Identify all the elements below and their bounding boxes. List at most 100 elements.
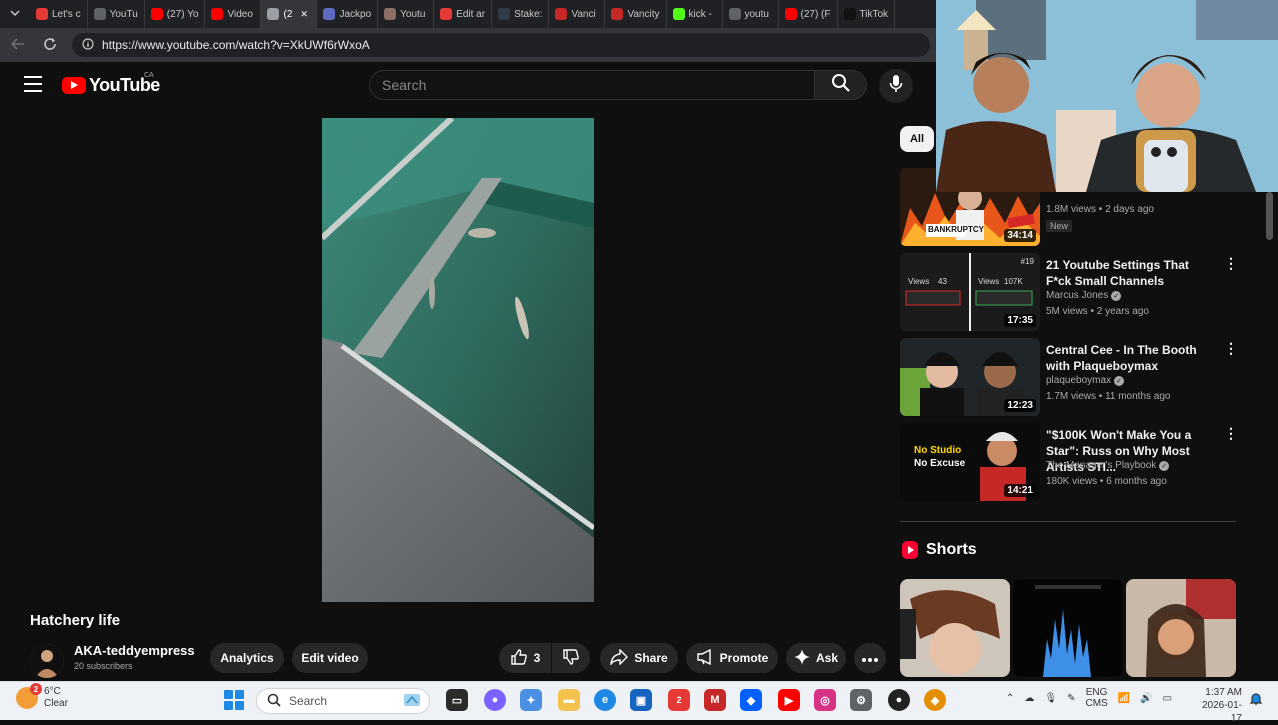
edge-browser-icon[interactable]: e	[594, 689, 616, 711]
pen-icon[interactable]: ✎	[1067, 693, 1075, 704]
search-highlight-icon	[403, 693, 421, 710]
megaphone-icon	[696, 648, 714, 668]
recommendation-channel[interactable]: The Manager's Playbook ✓	[1046, 460, 1170, 471]
mcafee-icon[interactable]: M	[704, 689, 726, 711]
brave-icon[interactable]: ◈	[924, 689, 946, 711]
tab-label: Video	[227, 8, 253, 20]
settings-gear-icon[interactable]: ⚙	[850, 689, 872, 711]
task-view-icon[interactable]: ▭	[446, 689, 468, 711]
tab-label: TikTok	[859, 8, 889, 20]
like-button[interactable]: 3	[499, 643, 551, 673]
browser-tab[interactable]: Vancity	[605, 0, 667, 28]
browser-tab[interactable]: Jackpo	[317, 0, 379, 28]
thumbnail-text: No Studio	[914, 445, 962, 456]
recommendation-channel[interactable]: Marcus Jones ✓	[1046, 290, 1122, 301]
dropbox-icon[interactable]: ◆	[740, 689, 762, 711]
recommendation-meta: 5M views • 2 years ago	[1046, 306, 1149, 317]
weather-widget[interactable]: 2 6°C Clear	[16, 683, 68, 710]
short-thumbnail[interactable]	[1126, 579, 1236, 677]
recommendation-meta: 1.7M views • 11 months ago	[1046, 391, 1171, 402]
search-input[interactable]: Search	[369, 70, 815, 100]
notification-bell-icon[interactable]	[1249, 692, 1263, 706]
tab-search-dropdown[interactable]	[0, 0, 30, 28]
more-vertical-icon[interactable]: ⋮	[1224, 425, 1238, 442]
recommendation-item[interactable]: 12:23 Central Cee - In The Booth with Pl…	[900, 338, 1240, 416]
browser-tab[interactable]: YouTu	[88, 0, 145, 28]
file-explorer-icon[interactable]: ▬	[558, 689, 580, 711]
recommendation-thumbnail[interactable]: 12:23	[900, 338, 1040, 416]
logo-country-code: CA	[144, 72, 154, 79]
more-vertical-icon[interactable]: ⋮	[1224, 255, 1238, 272]
recommendation-channel[interactable]: plaqueboymax ✓	[1046, 375, 1125, 386]
recommendation-title[interactable]: Central Cee - In The Booth with Plaquebo…	[1046, 342, 1216, 374]
browser-tab[interactable]: (2 ✕	[261, 0, 318, 28]
browser-tab[interactable]: youtu	[723, 0, 779, 28]
copilot-icon[interactable]: ✦	[520, 689, 542, 711]
taskbar-search-input[interactable]: Search	[256, 688, 430, 714]
channel-name: The Manager's Playbook	[1046, 460, 1157, 471]
browser-tab[interactable]: Video	[205, 0, 262, 28]
recommendation-title[interactable]: 21 Youtube Settings That F*ck Small Chan…	[1046, 257, 1216, 289]
voice-search-button[interactable]	[879, 69, 913, 103]
browser-tab[interactable]: TikTok	[838, 0, 896, 28]
thumbnail-text: BANKRUPTCY	[928, 225, 984, 234]
tab-label: kick -	[688, 8, 712, 20]
windows-start-icon[interactable]	[224, 690, 244, 710]
site-info-icon[interactable]	[82, 37, 94, 53]
webcam-overlay	[936, 0, 1278, 192]
more-vertical-icon[interactable]: ⋮	[1224, 340, 1238, 357]
microphone-tray-icon[interactable]: 🎙	[1044, 693, 1057, 704]
filter-chip-all[interactable]: All	[900, 126, 934, 152]
recommendation-item[interactable]: Views 43 Views 107K #19 17:35 21 Youtube…	[900, 253, 1240, 331]
volume-icon[interactable]: 🔊	[1140, 693, 1152, 704]
browser-tab[interactable]: Let's c	[30, 0, 88, 28]
recommendation-item[interactable]: No Studio No Excuse 14:21 "$100K Won't M…	[900, 423, 1240, 501]
thumbnail-text: 107K	[1004, 277, 1023, 286]
menu-icon[interactable]	[24, 76, 42, 92]
short-thumbnail[interactable]	[900, 579, 1010, 677]
language-indicator[interactable]: ENG CMS	[1085, 687, 1107, 709]
recommendation-thumbnail[interactable]: Views 43 Views 107K #19 17:35	[900, 253, 1040, 331]
address-bar[interactable]: https://www.youtube.com/watch?v=XkUWf6rW…	[72, 33, 930, 57]
store-icon[interactable]: 2	[668, 689, 690, 711]
share-button[interactable]: Share	[600, 643, 678, 673]
dislike-button[interactable]	[552, 643, 590, 673]
browser-tab[interactable]: Stake:	[492, 0, 550, 28]
channel-avatar[interactable]	[30, 644, 64, 678]
instagram-icon[interactable]: ◎	[814, 689, 836, 711]
browser-tab[interactable]: Edit ar	[434, 0, 493, 28]
ask-button[interactable]: Ask	[786, 643, 846, 673]
browser-tab[interactable]: (27) (F	[779, 0, 838, 28]
outlook-icon[interactable]: ▣	[630, 689, 652, 711]
obs-icon[interactable]: ●	[888, 689, 910, 711]
chevron-up-icon[interactable]: ⌃	[1006, 693, 1014, 704]
recommendation-thumbnail[interactable]: No Studio No Excuse 14:21	[900, 423, 1040, 501]
channel-name[interactable]: AKA-teddyempress	[74, 643, 195, 658]
tab-label: youtu	[744, 8, 769, 20]
reload-icon[interactable]	[40, 37, 60, 54]
browser-tab[interactable]: Vanci	[549, 0, 606, 28]
search-button[interactable]	[815, 70, 867, 100]
browser-tab[interactable]: (27) Yo	[145, 0, 206, 28]
battery-icon[interactable]: ▭	[1163, 693, 1172, 704]
tab-label: (27) (F	[800, 8, 831, 20]
clock-time: 1:37 AM	[1205, 687, 1242, 698]
wifi-icon[interactable]: 📶	[1118, 693, 1130, 704]
sidebar-scrollbar[interactable]	[1266, 192, 1273, 240]
short-thumbnail[interactable]	[1013, 579, 1123, 677]
video-player[interactable]	[322, 118, 594, 602]
youtube-app-icon[interactable]: ▶	[778, 689, 800, 711]
browser-tab[interactable]: kick -	[667, 0, 723, 28]
browser-tab[interactable]: Youtu	[378, 0, 435, 28]
chat-icon[interactable]: ●	[484, 689, 506, 711]
taskbar-clock[interactable]: 1:37 AM 2026-01-17	[1196, 686, 1242, 725]
back-arrow-icon[interactable]	[8, 37, 28, 53]
video-frame-image	[322, 118, 594, 602]
cloud-icon[interactable]: ☁	[1024, 693, 1034, 704]
promote-button[interactable]: Promote	[686, 643, 778, 673]
recommendation-meta: 1.8M views • 2 days ago	[1046, 204, 1154, 215]
more-actions-button[interactable]	[854, 643, 886, 673]
edit-video-button[interactable]: Edit video	[292, 643, 368, 673]
close-tab-icon[interactable]: ✕	[300, 9, 308, 20]
analytics-button[interactable]: Analytics	[210, 643, 284, 673]
